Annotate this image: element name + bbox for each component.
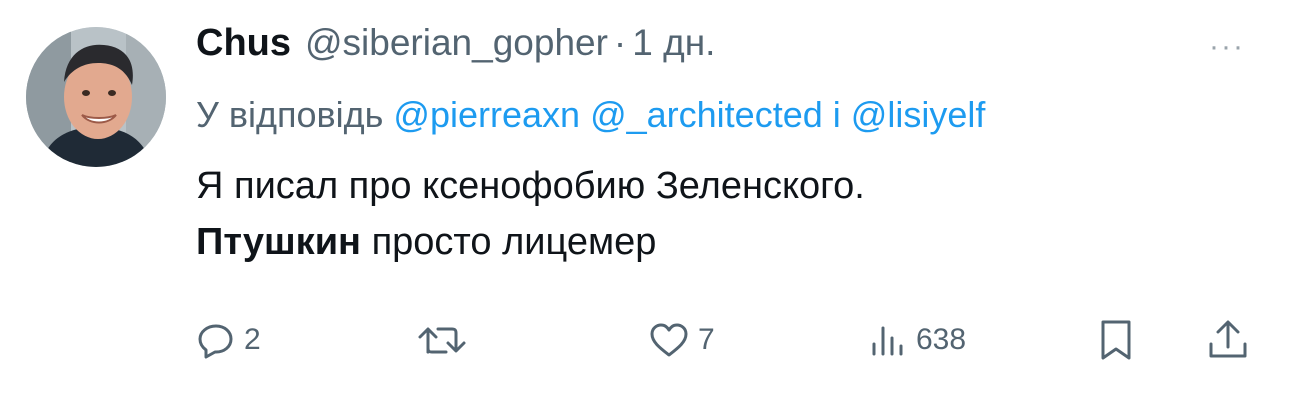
reply-count: 2 — [244, 323, 261, 356]
reply-context: У відповідь @pierreaxn @_architected і @… — [196, 94, 1259, 136]
retweet-icon — [416, 320, 468, 360]
retweet-button[interactable] — [416, 312, 476, 368]
views-button[interactable]: 638 — [868, 312, 966, 368]
action-bar: 2 7 638 — [196, 312, 1262, 368]
heart-icon — [648, 320, 690, 360]
tweet-body: Chus @siberian_gopher · 1 дн. ··· У відп… — [196, 22, 1259, 270]
reply-button[interactable]: 2 — [196, 312, 261, 368]
bookmark-button[interactable] — [1096, 312, 1136, 368]
reply-prefix: У відповідь — [196, 94, 384, 135]
more-options-icon[interactable]: ··· — [1209, 30, 1245, 64]
tweet-header: Chus @siberian_gopher · 1 дн. — [196, 22, 1259, 72]
avatar[interactable] — [26, 27, 166, 167]
mention-pierreaxn[interactable]: @pierreaxn — [393, 94, 580, 135]
separator-dot: · — [613, 22, 627, 63]
like-count: 7 — [698, 323, 715, 356]
views-bar-chart-icon — [868, 320, 908, 360]
tweet-line-2: Птушкин просто лицемер — [196, 214, 1259, 270]
bookmark-icon — [1096, 318, 1136, 362]
tweet-line-2-rest: просто лицемер — [371, 221, 657, 263]
share-button[interactable] — [1206, 312, 1250, 368]
tweet-text: Я писал про ксенофобию Зеленского. Птушк… — [196, 158, 1259, 270]
views-count: 638 — [916, 323, 967, 356]
tweet-line-1: Я писал про ксенофобию Зеленского. — [196, 165, 865, 207]
tweet-bold-word: Птушкин — [196, 221, 362, 263]
like-button[interactable]: 7 — [648, 312, 715, 368]
timestamp[interactable]: 1 дн. — [632, 22, 715, 64]
mention-architected[interactable]: @_architected — [590, 94, 823, 135]
author-name[interactable]: Chus — [196, 22, 291, 65]
author-handle[interactable]: @siberian_gopher — [305, 22, 608, 64]
share-icon — [1206, 318, 1250, 362]
reply-icon — [196, 320, 236, 360]
mention-lisiyelf[interactable]: @lisiyelf — [851, 94, 986, 135]
reply-conjunction: і — [832, 94, 841, 135]
